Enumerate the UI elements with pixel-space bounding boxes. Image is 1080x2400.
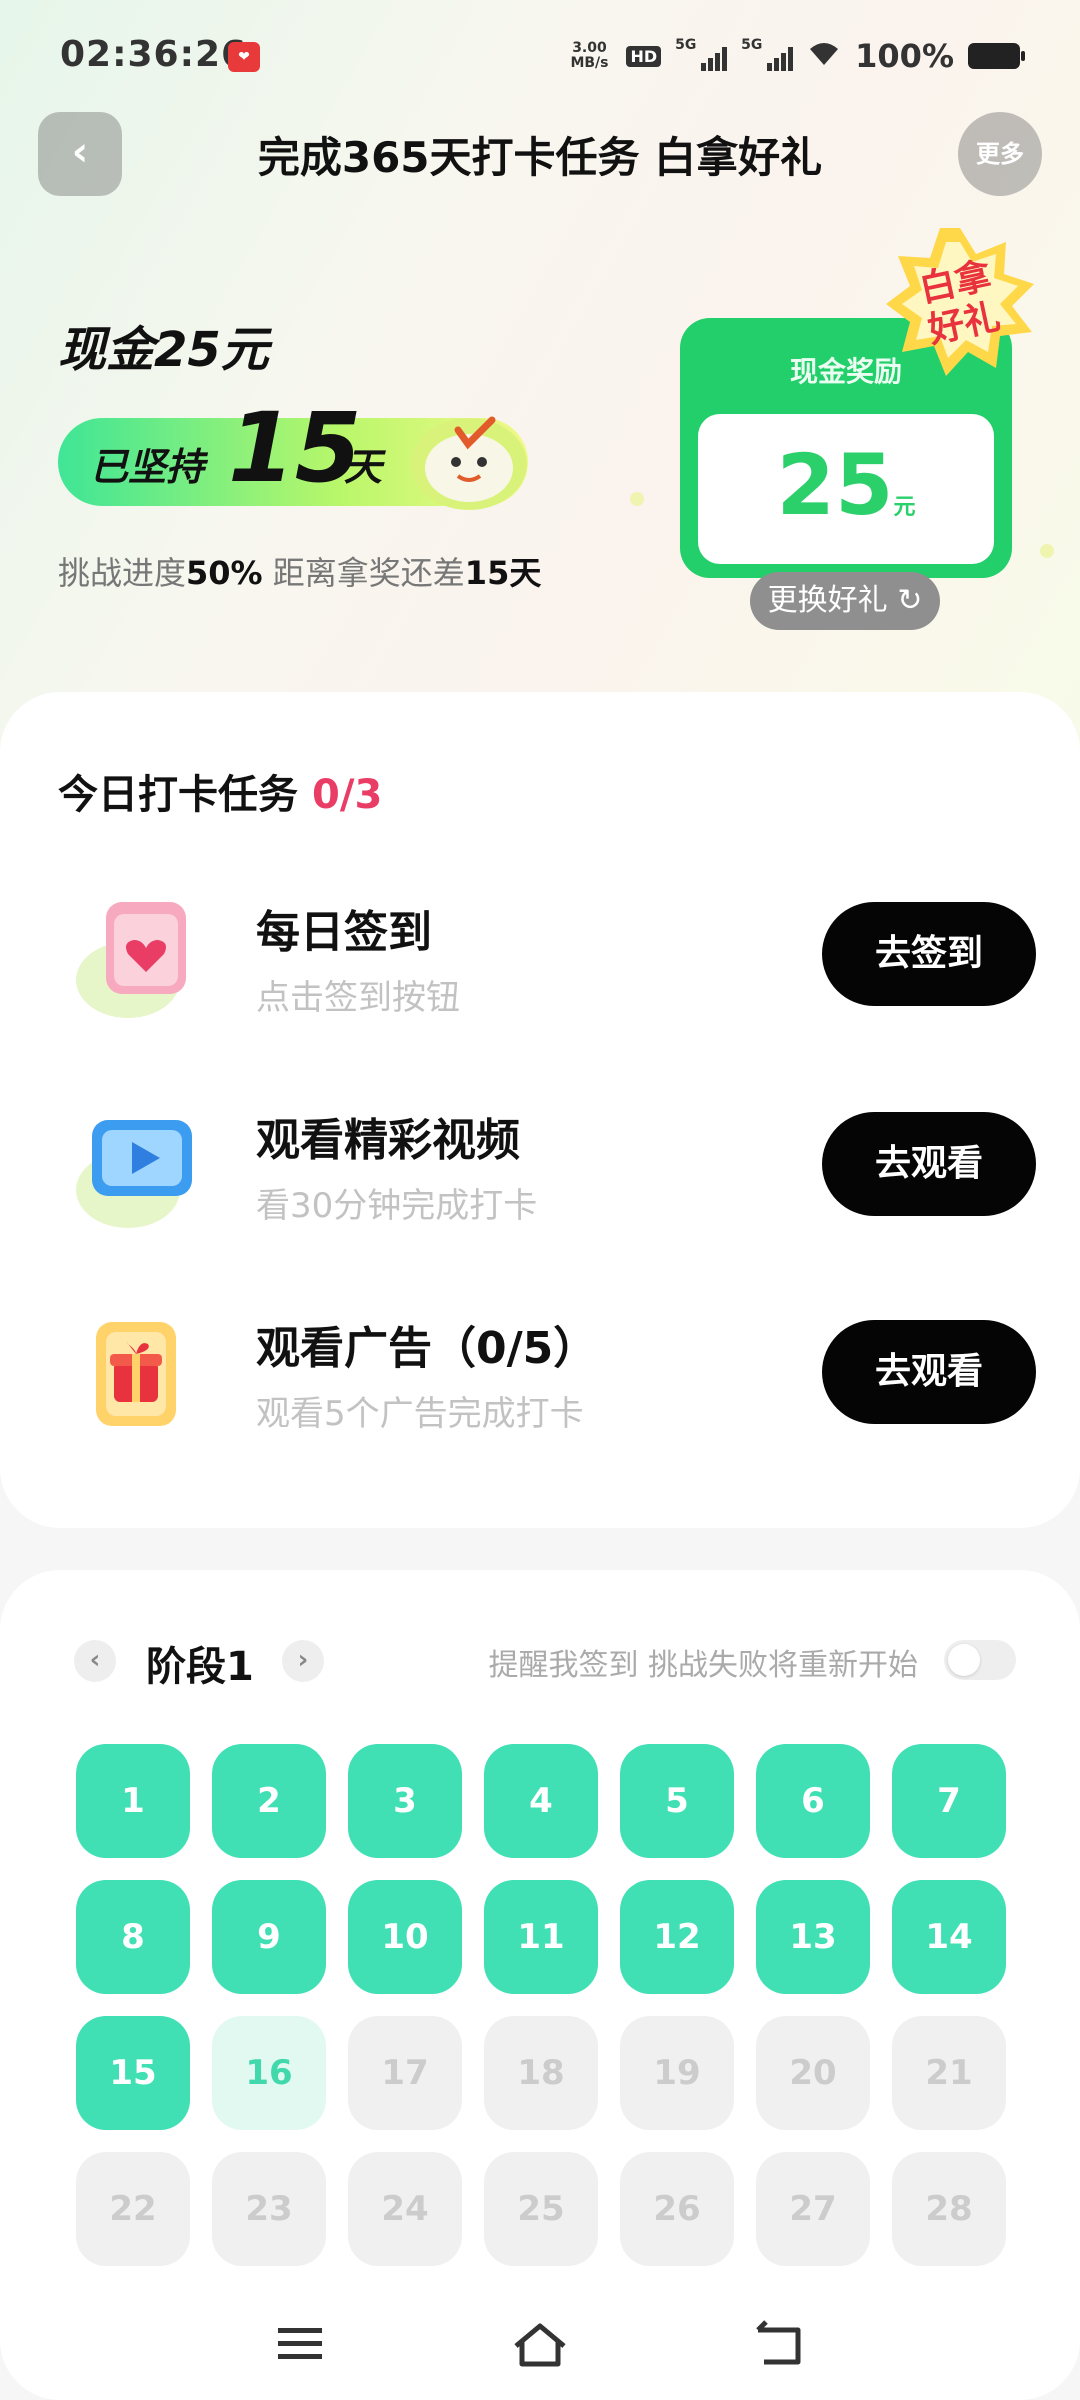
- task-name: 每日签到: [256, 907, 432, 958]
- mascot-icon: [411, 416, 527, 510]
- task-name: 观看精彩视频: [256, 1115, 520, 1166]
- stage-prev-button[interactable]: ‹: [74, 1640, 116, 1682]
- more-button[interactable]: 更多: [958, 112, 1042, 196]
- network-speed: 3.00 MB/s: [570, 40, 609, 71]
- battery-percent: 100%: [855, 37, 954, 75]
- day-cell-done[interactable]: 14: [892, 1880, 1006, 1994]
- stage-label: 阶段1: [146, 1644, 254, 1690]
- calendar-heart-icon: [76, 902, 186, 1018]
- status-time: 02:36:26: [60, 34, 248, 75]
- persist-prefix: 已坚持: [90, 445, 205, 489]
- signal-icon-sim1: 5G: [675, 37, 728, 71]
- day-cell-done[interactable]: 5: [620, 1744, 734, 1858]
- persist-suffix: 天: [344, 445, 383, 489]
- day-cell-future[interactable]: 20: [756, 2016, 870, 2130]
- day-cell-done[interactable]: 1: [76, 1744, 190, 1858]
- tasks-count: 0/3: [312, 772, 383, 818]
- day-cell-future[interactable]: 28: [892, 2152, 1006, 2266]
- reward-amount: 25元: [776, 436, 916, 534]
- back-nav-icon[interactable]: [750, 2316, 810, 2372]
- day-cell-future[interactable]: 26: [620, 2152, 734, 2266]
- day-cell-future[interactable]: 23: [212, 2152, 326, 2266]
- day-cell-done[interactable]: 8: [76, 1880, 190, 1994]
- day-cell-done[interactable]: 15: [76, 2016, 190, 2130]
- menu-icon[interactable]: [270, 2316, 330, 2372]
- task-desc: 看30分钟完成打卡: [256, 1186, 538, 1226]
- day-cell-done[interactable]: 2: [212, 1744, 326, 1858]
- day-cell-done[interactable]: 9: [212, 1880, 326, 1994]
- day-cell-done[interactable]: 3: [348, 1744, 462, 1858]
- task-name: 观看广告（0/5）: [256, 1323, 598, 1374]
- day-cell-done[interactable]: 10: [348, 1880, 462, 1994]
- tasks-title: 今日打卡任务 0/3: [58, 772, 383, 818]
- day-cell-future[interactable]: 17: [348, 2016, 462, 2130]
- battery-icon: [968, 43, 1025, 69]
- day-cell-done[interactable]: 6: [756, 1744, 870, 1858]
- day-grid: 1 2 3 4 5 6 7 8 9 10 11 12 13 14 15 16 17 18 19 20 21 22 23 24 2…: [76, 1744, 1006, 2266]
- reminder-text: 提醒我签到 挑战失败将重新开始: [488, 1648, 918, 1683]
- app-notification-icon: ❤: [228, 42, 260, 72]
- persist-days: 15: [228, 392, 362, 504]
- reminder-toggle[interactable]: [944, 1640, 1016, 1680]
- wifi-icon: [807, 39, 841, 73]
- day-cell-future[interactable]: 24: [348, 2152, 462, 2266]
- sparkle-decoration: [630, 492, 644, 506]
- system-nav-bar: [0, 2290, 1080, 2400]
- progress-text: 挑战进度50% 距离拿奖还差15天: [58, 554, 542, 592]
- status-icons: 3.00 MB/s HD 5G 5G 100%: [566, 34, 1025, 78]
- day-cell-done[interactable]: 12: [620, 1880, 734, 1994]
- stage-next-button[interactable]: ›: [282, 1640, 324, 1682]
- day-cell-done[interactable]: 11: [484, 1880, 598, 1994]
- go-checkin-button[interactable]: 去签到: [822, 902, 1036, 1006]
- gift-box-icon: [96, 1322, 176, 1426]
- home-icon[interactable]: [510, 2316, 570, 2372]
- day-cell-today[interactable]: 16: [212, 2016, 326, 2130]
- status-bar: 02:36:26 ❤ 3.00 MB/s HD 5G 5G 100%: [0, 0, 1080, 110]
- day-cell-future[interactable]: 21: [892, 2016, 1006, 2130]
- swap-gift-button[interactable]: 更换好礼 ↻: [750, 572, 940, 630]
- day-cell-future[interactable]: 18: [484, 2016, 598, 2130]
- task-desc: 观看5个广告完成打卡: [256, 1394, 584, 1434]
- day-cell-future[interactable]: 25: [484, 2152, 598, 2266]
- task-desc: 点击签到按钮: [256, 978, 460, 1018]
- day-cell-done[interactable]: 7: [892, 1744, 1006, 1858]
- day-cell-done[interactable]: 4: [484, 1744, 598, 1858]
- day-cell-future[interactable]: 22: [76, 2152, 190, 2266]
- sparkle-decoration: [1040, 544, 1054, 558]
- cash-title: 现金25元: [58, 322, 269, 378]
- go-watch-video-button[interactable]: 去观看: [822, 1112, 1036, 1216]
- video-play-icon: [76, 1120, 192, 1228]
- day-cell-future[interactable]: 19: [620, 2016, 734, 2130]
- hd-voice-icon: HD: [626, 45, 662, 67]
- day-cell-done[interactable]: 13: [756, 1880, 870, 1994]
- signal-icon-sim2: 5G: [741, 37, 794, 71]
- day-cell-future[interactable]: 27: [756, 2152, 870, 2266]
- go-watch-ads-button[interactable]: 去观看: [822, 1320, 1036, 1424]
- page-title: 完成365天打卡任务 白拿好礼: [257, 133, 823, 182]
